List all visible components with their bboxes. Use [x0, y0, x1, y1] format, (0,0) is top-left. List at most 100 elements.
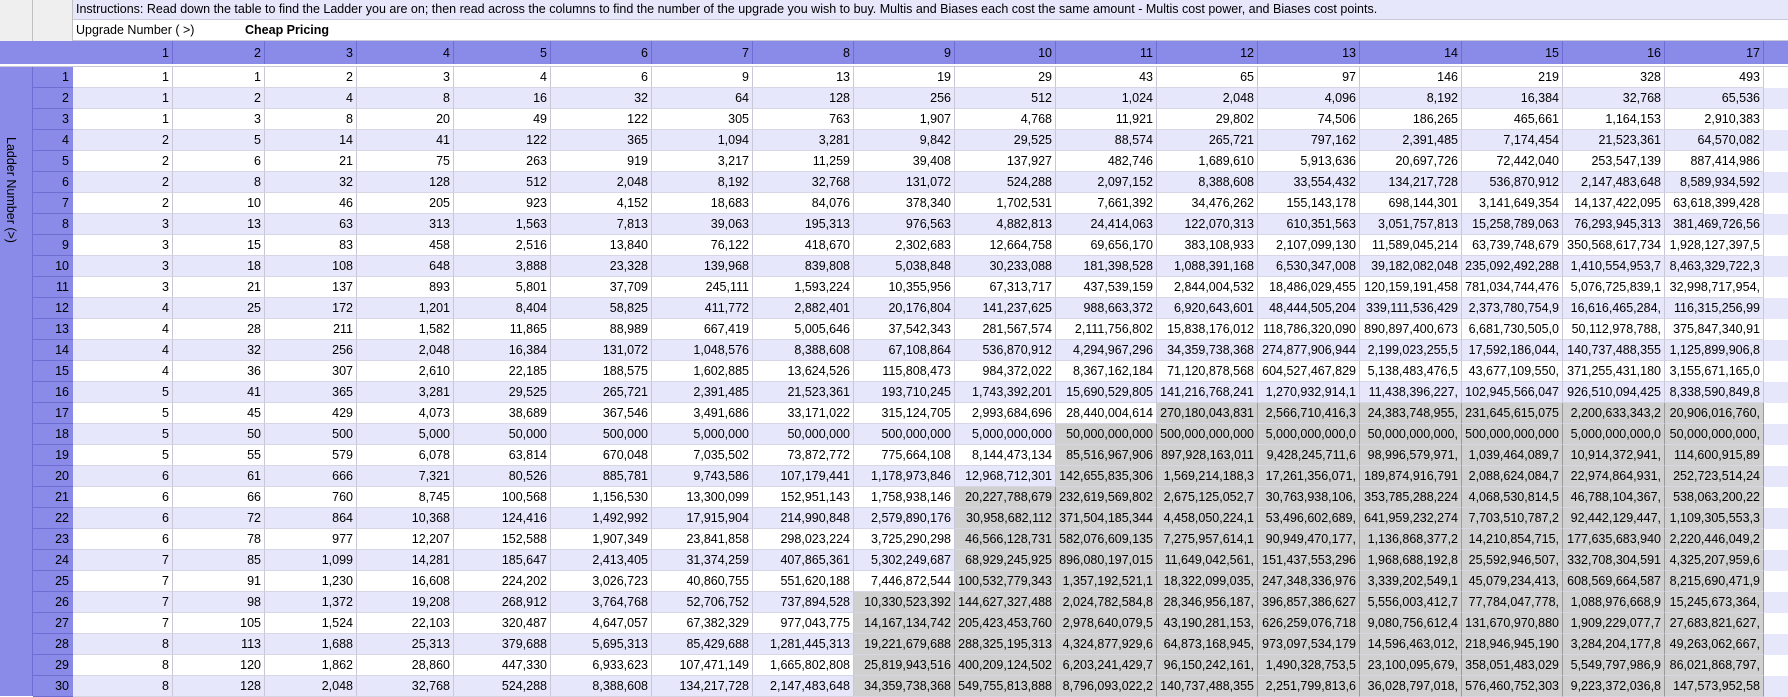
table-cell[interactable]: 760 [265, 487, 357, 508]
table-cell[interactable]: 76,122 [652, 235, 753, 256]
table-cell[interactable]: 2,413,405 [551, 550, 652, 571]
table-cell[interactable]: 313 [357, 214, 454, 235]
ladder-row-header-14[interactable]: 14 [33, 340, 73, 361]
table-cell[interactable]: 2,111,756,802 [1056, 319, 1157, 340]
table-cell[interactable]: 53,496,602,689, [1258, 508, 1360, 529]
table-cell[interactable]: 34,359,738,368 [1157, 340, 1258, 361]
table-cell[interactable]: 98,996,579,971, [1360, 445, 1462, 466]
table-cell[interactable]: 186,265 [1360, 109, 1462, 130]
table-cell[interactable]: 256 [854, 88, 955, 109]
table-cell[interactable]: 8,589,934,592 [1665, 172, 1764, 193]
table-cell[interactable]: 1,907,349 [551, 529, 652, 550]
table-cell[interactable]: 195,313 [753, 214, 854, 235]
table-cell[interactable]: 50 [173, 424, 265, 445]
table-cell[interactable]: 23,328 [551, 256, 652, 277]
table-cell[interactable]: 923 [454, 193, 551, 214]
table-cell[interactable]: 8,215,690,471,9 [1665, 571, 1764, 592]
table-cell[interactable]: 31,374,259 [652, 550, 753, 571]
table-cell[interactable]: 8,388,608 [1157, 172, 1258, 193]
table-cell[interactable]: 193,710,245 [854, 382, 955, 403]
table-cell[interactable]: 80,526 [454, 466, 551, 487]
table-cell[interactable]: 1,048,576 [652, 340, 753, 361]
table-cell[interactable]: 14,281 [357, 550, 454, 571]
table-cell[interactable]: 6 [73, 487, 173, 508]
table-cell[interactable]: 67,313,717 [955, 277, 1056, 298]
table-cell[interactable]: 8,463,329,722,3 [1665, 256, 1764, 277]
table-cell[interactable]: 247,348,336,976 [1258, 571, 1360, 592]
table-cell[interactable]: 6 [73, 466, 173, 487]
table-cell[interactable]: 122 [454, 130, 551, 151]
table-cell[interactable]: 253,547,139 [1563, 151, 1665, 172]
table-cell[interactable]: 142,655,835,306 [1056, 466, 1157, 487]
table-cell[interactable]: 896,080,197,015 [1056, 550, 1157, 571]
ladder-row-header-5[interactable]: 5 [33, 151, 73, 172]
table-cell[interactable]: 500,000,000,000 [1462, 424, 1563, 445]
table-cell[interactable]: 2,302,683 [854, 235, 955, 256]
table-cell[interactable]: 8 [265, 109, 357, 130]
table-cell[interactable]: 536,870,912 [955, 340, 1056, 361]
table-cell[interactable]: 367,546 [551, 403, 652, 424]
table-cell[interactable]: 10,355,956 [854, 277, 955, 298]
table-cell[interactable]: 512 [454, 172, 551, 193]
ladder-row-header-29[interactable]: 29 [33, 655, 73, 676]
table-cell[interactable]: 666 [265, 466, 357, 487]
table-cell[interactable]: 214,990,848 [753, 508, 854, 529]
table-cell[interactable]: 5,038,848 [854, 256, 955, 277]
table-cell[interactable]: 137 [265, 277, 357, 298]
table-cell[interactable]: 1,230 [265, 571, 357, 592]
table-cell[interactable]: 34,476,262 [1157, 193, 1258, 214]
table-cell[interactable]: 73,872,772 [753, 445, 854, 466]
table-cell[interactable]: 28,440,004,614 [1056, 403, 1157, 424]
table-cell[interactable]: 8,796,093,022,2 [1056, 676, 1157, 697]
table-cell[interactable]: 107,471,149 [652, 655, 753, 676]
table-cell[interactable]: 500,000,000,000 [1157, 424, 1258, 445]
table-cell[interactable]: 43,677,109,550, [1462, 361, 1563, 382]
table-cell[interactable]: 1,907 [854, 109, 955, 130]
table-cell[interactable]: 137,927 [955, 151, 1056, 172]
table-cell[interactable]: 5 [73, 445, 173, 466]
ladder-row-header-4[interactable]: 4 [33, 130, 73, 151]
table-cell[interactable]: 897,928,163,011 [1157, 445, 1258, 466]
table-cell[interactable]: 91 [173, 571, 265, 592]
upgrade-number-header-3[interactable]: 3 [265, 41, 357, 64]
table-cell[interactable]: 3 [73, 256, 173, 277]
table-cell[interactable]: 8,388,608 [753, 340, 854, 361]
table-cell[interactable]: 11,259 [753, 151, 854, 172]
table-cell[interactable]: 49 [454, 109, 551, 130]
table-cell[interactable]: 339,111,536,429 [1360, 298, 1462, 319]
table-cell[interactable]: 107,179,441 [753, 466, 854, 487]
table-cell[interactable]: 3 [73, 235, 173, 256]
table-cell[interactable]: 32 [551, 88, 652, 109]
table-cell[interactable]: 1 [73, 67, 173, 88]
table-cell[interactable]: 400,209,124,502 [955, 655, 1056, 676]
table-cell[interactable]: 147,573,952,58 [1665, 676, 1764, 697]
table-cell[interactable]: 86,021,868,797, [1665, 655, 1764, 676]
table-cell[interactable]: 63 [265, 214, 357, 235]
table-cell[interactable]: 32 [265, 172, 357, 193]
ladder-row-header-15[interactable]: 15 [33, 361, 73, 382]
upgrade-number-header-17[interactable]: 17 [1665, 41, 1764, 64]
table-cell[interactable]: 27,683,821,627, [1665, 613, 1764, 634]
table-cell[interactable]: 5,302,249,687 [854, 550, 955, 571]
table-cell[interactable]: 231,645,615,075 [1462, 403, 1563, 424]
upgrade-number-header-1[interactable]: 1 [73, 41, 173, 64]
table-cell[interactable]: 5,076,725,839,1 [1563, 277, 1665, 298]
table-cell[interactable]: 781,034,744,476 [1462, 277, 1563, 298]
table-cell[interactable]: 2,200,633,343,2 [1563, 403, 1665, 424]
table-cell[interactable]: 2 [173, 88, 265, 109]
table-cell[interactable]: 551,620,188 [753, 571, 854, 592]
table-cell[interactable]: 1,094 [652, 130, 753, 151]
table-cell[interactable]: 211 [265, 319, 357, 340]
ladder-row-header-21[interactable]: 21 [33, 487, 73, 508]
table-cell[interactable]: 3 [73, 277, 173, 298]
table-cell[interactable]: 65 [1157, 67, 1258, 88]
table-cell[interactable]: 5 [73, 424, 173, 445]
table-cell[interactable]: 64,570,082 [1665, 130, 1764, 151]
table-cell[interactable]: 381,469,726,56 [1665, 214, 1764, 235]
table-cell[interactable]: 1,372 [265, 592, 357, 613]
upgrade-number-header-16[interactable]: 16 [1563, 41, 1665, 64]
table-cell[interactable]: 2,147,483,648 [1563, 172, 1665, 193]
table-cell[interactable]: 39,182,082,048 [1360, 256, 1462, 277]
table-cell[interactable]: 98 [173, 592, 265, 613]
table-cell[interactable]: 8 [73, 676, 173, 697]
